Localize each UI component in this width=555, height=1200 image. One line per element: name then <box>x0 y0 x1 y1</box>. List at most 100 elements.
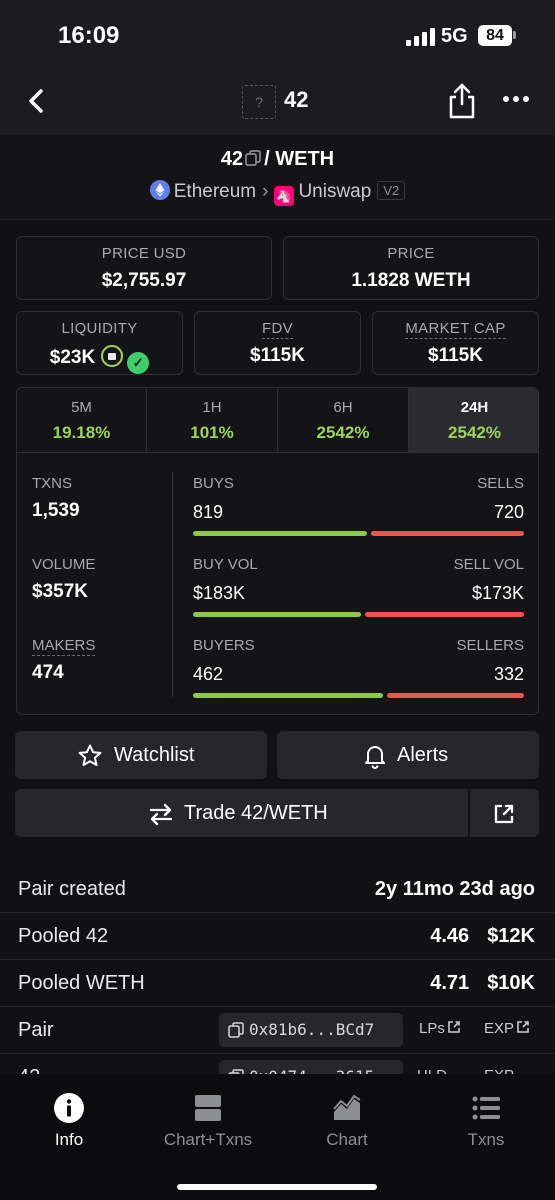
liquidity-label: LIQUIDITY <box>61 320 138 337</box>
buy-vol-value: $183K <box>193 583 246 603</box>
timeframe-change: 19.18% <box>52 423 111 442</box>
liquidity-box: LIQUIDITY $23K ✓ <box>16 311 183 375</box>
timeframe-label: 24H <box>460 399 489 416</box>
price-native-label: PRICE <box>387 245 435 262</box>
exp-link[interactable]: EXP <box>484 1020 530 1037</box>
version-badge: V2 <box>377 181 406 200</box>
ethereum-icon <box>149 180 170 200</box>
trade-label: Trade 42/WETH <box>184 802 328 824</box>
buy-vol-label: BUY VOL <box>193 556 258 573</box>
sells-value: 720 <box>493 502 524 522</box>
buy-vol-bar <box>193 612 361 617</box>
pooled-quote-amount: 4.71 <box>430 972 470 994</box>
txns-metric: TXNS 1,539 <box>32 475 80 522</box>
lps-link-label: LPs <box>419 1020 445 1037</box>
lps-link[interactable]: LPs <box>419 1020 461 1037</box>
buys-sells-split: BUYS SELLS 819 720 <box>193 475 524 539</box>
tab-chart-label: Chart <box>326 1130 368 1149</box>
swap-arrows-icon <box>149 803 173 826</box>
buys-label: BUYS <box>193 475 234 492</box>
txns-value: 1,539 <box>32 500 80 521</box>
timeframe-change: 101% <box>190 423 234 442</box>
lock-icon[interactable] <box>101 345 124 367</box>
chart-icon <box>333 1094 361 1120</box>
panel-divider <box>172 472 173 697</box>
pair-address-copy-button[interactable]: 0x81b6...BCd7 <box>219 1013 403 1047</box>
makers-value: 474 <box>32 662 64 683</box>
pooled-base-usd: $12K <box>487 925 535 947</box>
pooled-base-label: Pooled 42 <box>18 925 109 947</box>
buyers-sellers-split: BUYERS SELLERS 462 332 <box>193 637 524 701</box>
buys-bar <box>193 531 367 536</box>
copy-icon[interactable] <box>245 150 261 166</box>
pair-address: 0x81b6...BCd7 <box>249 1020 375 1039</box>
sell-vol-bar <box>365 612 524 617</box>
signal-icon <box>406 28 435 46</box>
timeframe-tab-5m[interactable]: 5M 19.18% <box>17 388 147 453</box>
timeframe-change: 2542% <box>316 423 370 442</box>
chevron-right-icon: › <box>262 181 269 202</box>
pooled-quote-row: Pooled WETH 4.71 $10K <box>0 960 555 1007</box>
price-usd-box: PRICE USD $2,755.97 <box>16 236 272 300</box>
fdv-label[interactable]: FDV <box>262 320 293 339</box>
bottom-tab-bar: Info Chart+Txns Chart Txns <box>0 1074 555 1200</box>
exp-link-label: EXP <box>484 1020 515 1037</box>
tab-info-label: Info <box>54 1130 84 1149</box>
pair-title: 42 / WETH <box>0 148 555 171</box>
timeframe-tab-6h[interactable]: 6H 2542% <box>278 388 409 453</box>
pooled-quote-usd: $10K <box>487 972 535 994</box>
price-native-box: PRICE 1.1828 WETH <box>283 236 539 300</box>
market-cap-label[interactable]: MARKET CAP <box>405 320 506 339</box>
pair-created-row: Pair created 2y 11mo 23d ago <box>0 866 555 913</box>
liquidity-value: $23K <box>49 347 96 368</box>
volume-metric: VOLUME $357K <box>32 556 95 603</box>
trade-button[interactable]: Trade 42/WETH <box>15 789 468 837</box>
pooled-quote-label: Pooled WETH <box>18 972 145 994</box>
volume-value: $357K <box>32 581 88 602</box>
dex-name[interactable]: Uniswap <box>298 181 371 202</box>
makers-metric: MAKERS 474 <box>32 637 96 684</box>
status-bar: 16:09 5G 84 <box>0 0 555 70</box>
token-placeholder-icon: ? <box>242 85 276 119</box>
timeframe-tab-1h[interactable]: 1H 101% <box>147 388 278 453</box>
back-chevron-icon[interactable] <box>22 86 52 116</box>
volume-bar <box>193 612 524 617</box>
buys-value: 819 <box>193 502 224 522</box>
tab-info[interactable]: Info <box>0 1092 138 1150</box>
timeframe-label: 6H <box>333 399 353 416</box>
share-icon[interactable] <box>447 82 477 120</box>
info-icon <box>54 1093 84 1123</box>
pooled-base-row: Pooled 42 4.46 $12K <box>0 913 555 960</box>
status-time: 16:09 <box>58 22 120 49</box>
battery-icon: 84 <box>478 25 512 46</box>
nav-bar: ? 42 <box>0 70 555 135</box>
tab-chart-txns[interactable]: Chart+Txns <box>139 1092 277 1150</box>
pair-label: Pair <box>18 1019 54 1041</box>
makers-label[interactable]: MAKERS <box>32 637 96 656</box>
alerts-button[interactable]: Alerts <box>277 731 539 779</box>
fdv-value: $115K <box>250 345 305 366</box>
timeframe-tab-24h[interactable]: 24H 2542% <box>409 388 538 453</box>
liquidity-value-row: $23K ✓ <box>17 345 182 374</box>
bell-icon <box>365 746 385 769</box>
battery-tip <box>513 31 516 39</box>
buyers-sellers-bar <box>193 693 524 698</box>
home-indicator <box>177 1184 377 1190</box>
watchlist-button[interactable]: Watchlist <box>15 731 267 779</box>
quote-symbol: / WETH <box>264 148 335 170</box>
chart-txns-icon <box>195 1095 221 1121</box>
watchlist-label: Watchlist <box>114 744 195 766</box>
tab-chart[interactable]: Chart <box>278 1092 416 1150</box>
liquidity-lock-provider-icon[interactable]: ✓ <box>127 352 150 374</box>
sells-label: SELLS <box>477 475 524 492</box>
sells-bar <box>371 531 524 536</box>
price-usd-label: PRICE USD <box>101 245 187 262</box>
more-options-icon[interactable] <box>502 92 530 106</box>
trade-external-button[interactable] <box>470 789 539 837</box>
chain-breadcrumb: Ethereum › 🦄 Uniswap V2 <box>0 180 555 206</box>
pair-header: 42 / WETH Ethereum › 🦄 Uniswap V2 <box>0 135 555 220</box>
chain-name[interactable]: Ethereum <box>174 181 256 202</box>
star-icon <box>78 744 102 766</box>
tab-txns[interactable]: Txns <box>417 1092 555 1150</box>
uniswap-icon: 🦄 <box>274 186 295 206</box>
